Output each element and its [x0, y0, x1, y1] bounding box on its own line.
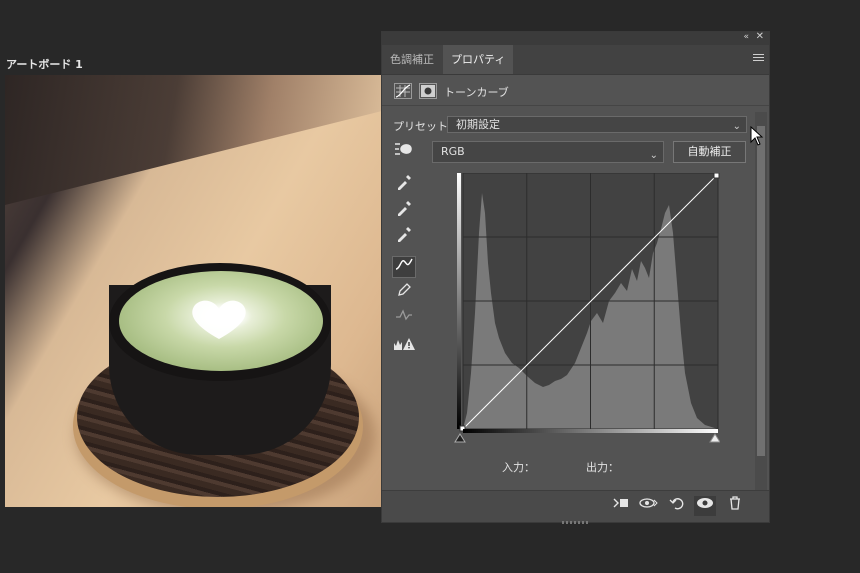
view-previous-icon[interactable] [638, 496, 660, 516]
layer-mask-icon[interactable] [419, 83, 437, 99]
panel-resize-grip[interactable] [562, 521, 590, 524]
curve-points-icon[interactable] [392, 256, 416, 278]
curves-adjustment-icon[interactable] [394, 83, 412, 99]
black-eyedropper-icon[interactable] [392, 174, 416, 196]
reset-icon[interactable] [666, 496, 688, 516]
curves-graph[interactable] [457, 173, 720, 433]
close-icon[interactable]: ✕ [756, 31, 764, 42]
input-sliders[interactable] [454, 432, 720, 446]
auto-button[interactable]: 自動補正 [673, 141, 746, 163]
tab-properties[interactable]: プロパティ [443, 45, 514, 74]
clipping-warning-icon[interactable] [392, 337, 416, 359]
target-adjust-icon[interactable] [392, 140, 416, 162]
channel-dropdown[interactable]: RGB ⌄ [432, 141, 664, 163]
properties-panel: « ✕ 色調補正 プロパティ トーンカーブ プリセット： 初期設定 ⌄ RGB … [381, 31, 770, 524]
pencil-icon[interactable] [392, 282, 416, 304]
collapse-icon[interactable]: « [743, 32, 749, 42]
chevron-down-icon: ⌄ [732, 121, 741, 132]
smooth-curve-icon[interactable] [392, 308, 416, 330]
preset-value: 初期設定 [456, 118, 500, 131]
scrollbar-thumb[interactable] [757, 126, 765, 456]
clip-to-layer-icon[interactable] [610, 496, 632, 516]
artboard-label[interactable]: アートボード 1 [6, 56, 83, 72]
preset-dropdown[interactable]: 初期設定 ⌄ [447, 116, 747, 133]
latte-foam [119, 271, 323, 371]
panel-bottom-toolbar [382, 490, 769, 524]
latte-heart-art [192, 300, 246, 339]
artboard-canvas[interactable] [5, 75, 385, 507]
visibility-eye-icon[interactable] [694, 496, 716, 516]
trash-icon[interactable] [724, 496, 746, 516]
input-label: 入力： [502, 461, 535, 474]
channel-value: RGB [441, 145, 465, 158]
adjustment-header: トーンカーブ [382, 79, 769, 106]
output-label: 出力： [586, 461, 619, 474]
photo-background [5, 75, 385, 205]
output-gradient-bar [457, 173, 461, 429]
panel-scrollbar[interactable] [755, 112, 767, 492]
adjustment-title: トーンカーブ [444, 86, 509, 99]
white-eyedropper-icon[interactable] [392, 226, 416, 248]
panel-tabs: 色調補正 プロパティ [382, 45, 769, 75]
gray-eyedropper-icon[interactable] [392, 200, 416, 222]
panel-menu-icon[interactable] [753, 54, 764, 63]
curve-point-white[interactable] [713, 173, 720, 179]
tab-adjustments[interactable]: 色調補正 [382, 45, 442, 74]
chevron-down-icon: ⌄ [649, 150, 658, 161]
mouse-cursor-icon [750, 126, 764, 146]
panel-titlebar[interactable]: « ✕ [382, 31, 769, 45]
